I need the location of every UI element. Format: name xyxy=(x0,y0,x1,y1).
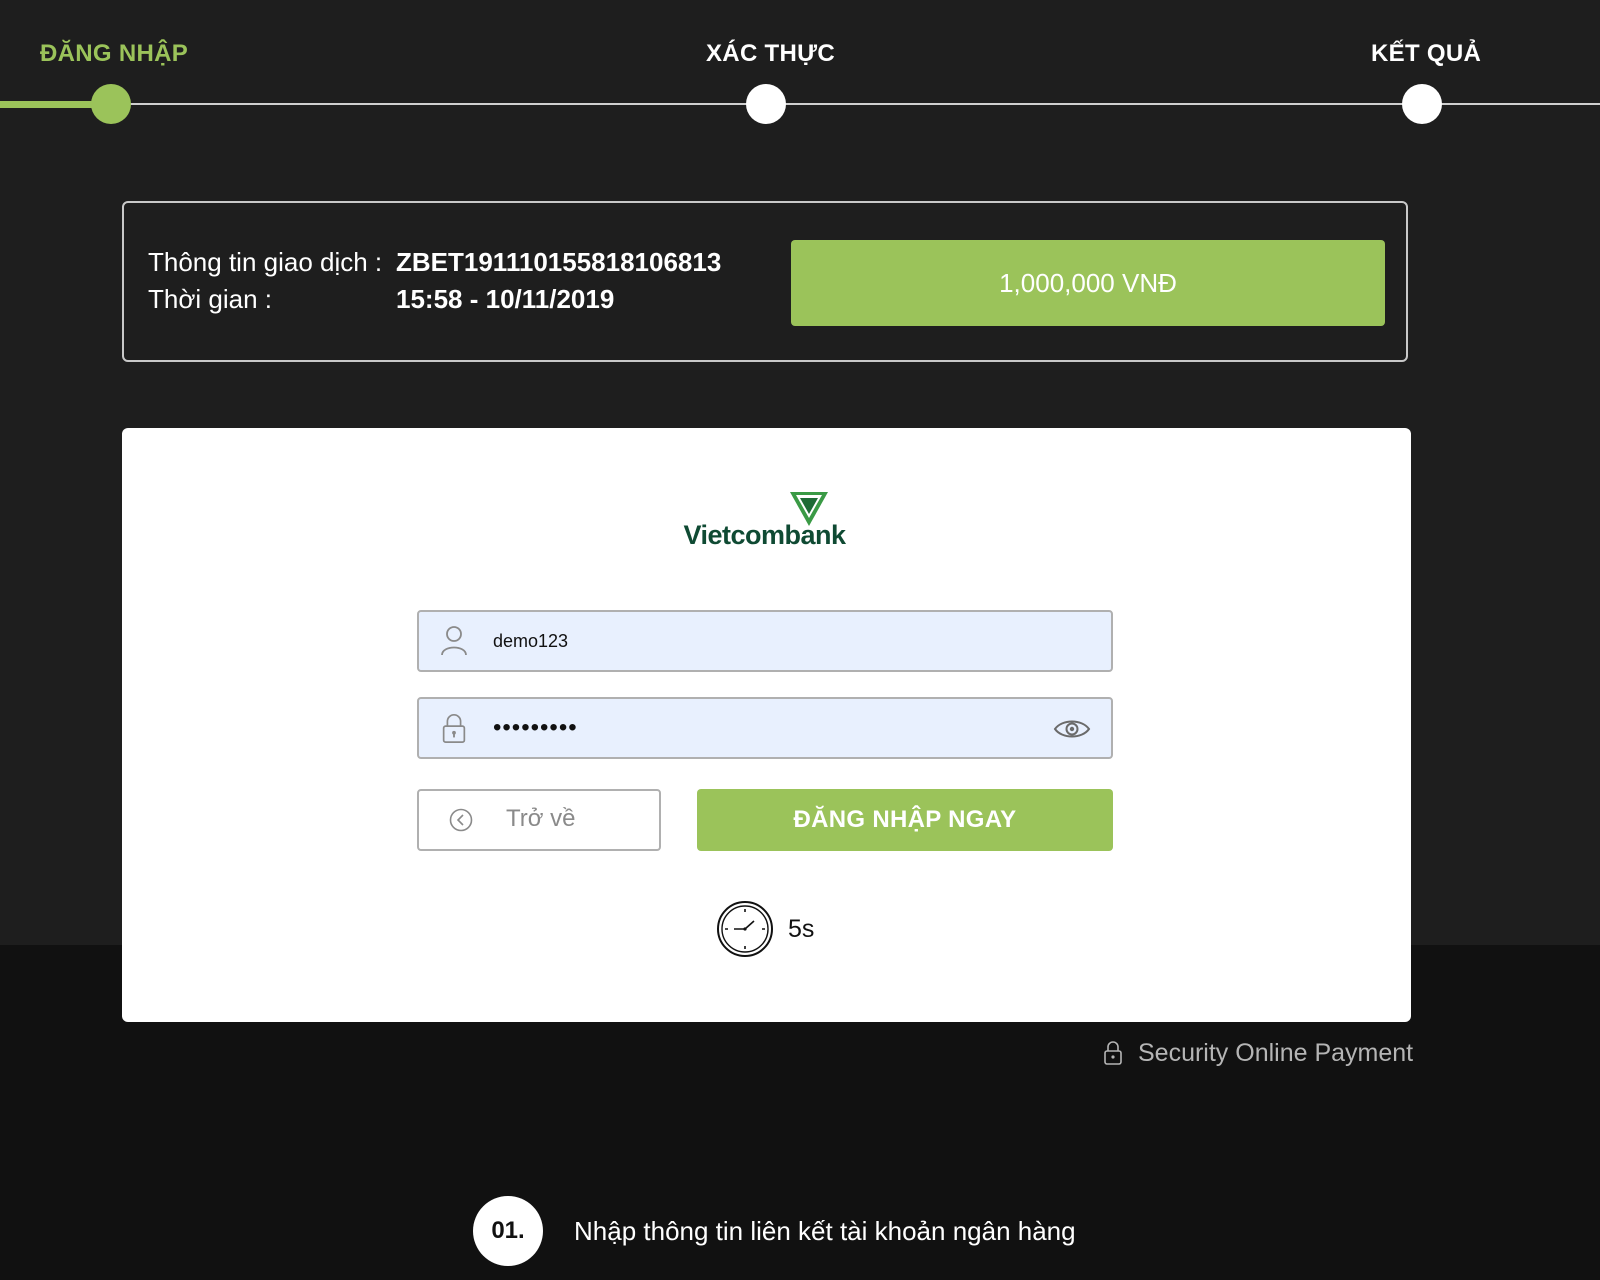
step-verify-dot xyxy=(746,84,786,124)
transaction-time-label: Thời gian : xyxy=(148,284,272,314)
step-result-label: KẾT QUẢ xyxy=(1371,40,1482,67)
transaction-id-label: Thông tin giao dịch : xyxy=(148,247,383,277)
transaction-info-box: Thông tin giao dịch : ZBET191110155818106… xyxy=(122,201,1408,362)
username-field[interactable] xyxy=(417,610,1113,672)
login-now-button[interactable]: ĐĂNG NHẬP NGAY xyxy=(697,789,1113,851)
step-login-dot xyxy=(91,84,131,124)
password-field[interactable] xyxy=(417,697,1113,759)
user-icon xyxy=(441,626,467,656)
lock-icon xyxy=(442,713,466,743)
security-text: Security Online Payment xyxy=(1138,1039,1414,1067)
progress-stepper: ĐĂNG NHẬP XÁC THỰC KẾT QUẢ xyxy=(0,0,1600,140)
transaction-id-value: ZBET191110155818106813 xyxy=(396,247,722,277)
transaction-time-value: 15:58 - 10/11/2019 xyxy=(396,284,615,314)
small-lock-icon xyxy=(1104,1041,1122,1065)
login-card: Vietcombank Trở về ĐĂNG NHẬP NGAY xyxy=(122,428,1411,1022)
step-result-dot xyxy=(1402,84,1442,124)
amount-badge: 1,000,000 VNĐ xyxy=(791,240,1385,326)
password-input[interactable] xyxy=(493,711,1053,745)
back-button[interactable]: Trở về xyxy=(417,789,661,851)
back-button-label: Trở về xyxy=(506,805,576,832)
step-login-label: ĐĂNG NHẬP xyxy=(40,40,189,67)
clock-icon xyxy=(717,901,773,957)
transaction-id-row: Thông tin giao dịch : ZBET191110155818106… xyxy=(148,247,721,278)
guide-step-text: Nhập thông tin liên kết tài khoản ngân h… xyxy=(574,1216,1076,1246)
bank-logo: Vietcombank xyxy=(677,490,852,555)
show-password-eye-icon[interactable] xyxy=(1053,717,1091,741)
chevron-left-circle-icon xyxy=(449,808,473,832)
username-input[interactable] xyxy=(493,624,1053,658)
countdown-timer: 5s xyxy=(716,900,856,960)
transaction-time-row: Thời gian : 15:58 - 10/11/2019 xyxy=(148,284,614,315)
guide-step: 01. Nhập thông tin liên kết tài khoản ng… xyxy=(473,1196,1173,1268)
stepper-track xyxy=(0,103,1600,105)
step-verify-label: XÁC THỰC xyxy=(706,40,835,67)
bank-logo-text: Vietcombank xyxy=(683,520,846,550)
guide-step-number: 01. xyxy=(473,1196,543,1266)
countdown-text: 5s xyxy=(788,915,815,943)
